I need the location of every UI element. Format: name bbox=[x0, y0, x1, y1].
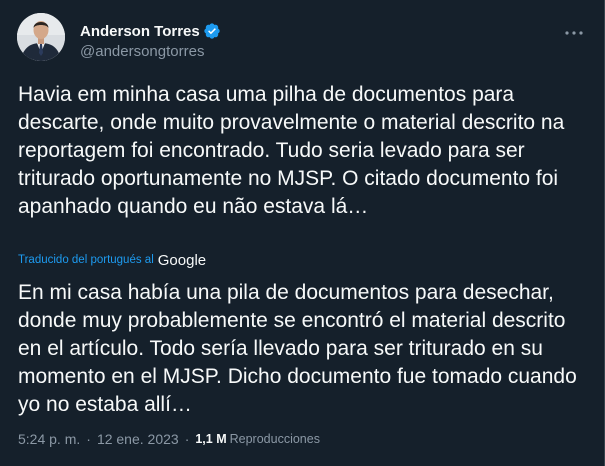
views-count[interactable]: 1,1 M bbox=[195, 432, 226, 446]
tweet-header: Anderson Torres @andersongtorres bbox=[16, 11, 588, 67]
tweet-date[interactable]: 12 ene. 2023 bbox=[97, 431, 179, 447]
more-horizontal-icon bbox=[565, 31, 583, 35]
verified-badge-icon bbox=[203, 22, 221, 40]
avatar-photo bbox=[17, 13, 65, 61]
tweet-card: Anderson Torres @andersongtorres Havia e… bbox=[0, 0, 605, 466]
views-label[interactable]: Reproducciones bbox=[230, 432, 320, 446]
name-row: Anderson Torres bbox=[80, 21, 221, 41]
translation-attribution: Traducido del portugués al Google bbox=[18, 250, 206, 270]
meta-separator: · bbox=[86, 431, 91, 447]
meta-separator: · bbox=[184, 431, 190, 447]
author-display-name[interactable]: Anderson Torres bbox=[80, 23, 200, 40]
tweet-original-text: Havia em minha casa uma pilha de documen… bbox=[18, 83, 565, 218]
google-logo: Google bbox=[157, 251, 207, 269]
translated-by-label[interactable]: Traducido del portugués al bbox=[18, 254, 154, 266]
tweet-translated-text: En mi casa había una pila de documentos … bbox=[18, 281, 577, 416]
tweet-meta: 5:24 p. m. · 12 ene. 2023 · 1,1 M Reprod… bbox=[18, 431, 320, 447]
more-options-button[interactable] bbox=[562, 23, 586, 43]
tweet-time[interactable]: 5:24 p. m. bbox=[18, 431, 80, 447]
avatar[interactable] bbox=[17, 13, 65, 61]
author-handle[interactable]: @andersongtorres bbox=[80, 43, 204, 60]
